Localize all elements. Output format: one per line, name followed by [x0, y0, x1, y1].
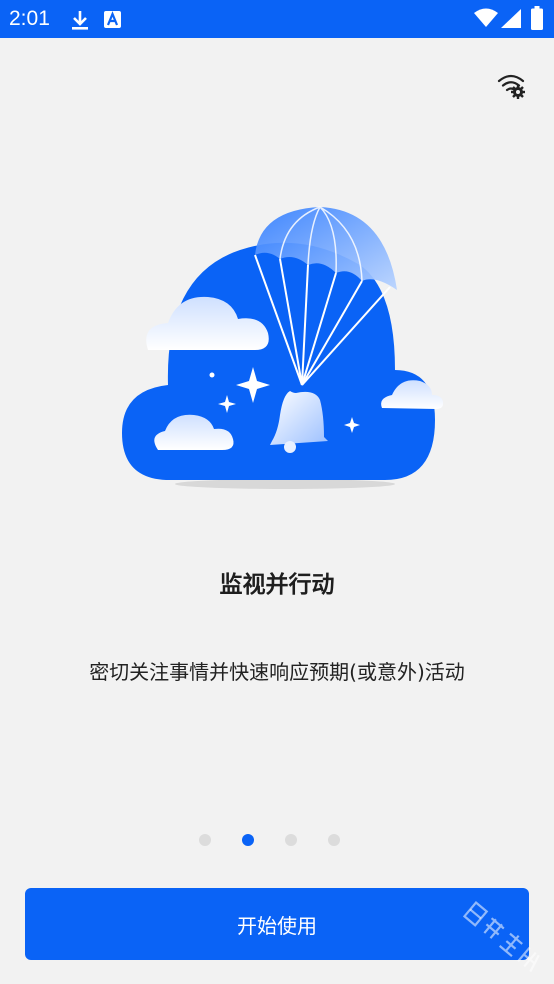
page-dot[interactable]: [328, 834, 340, 846]
page-dot[interactable]: [199, 834, 211, 846]
battery-icon: [531, 6, 543, 30]
page-dot[interactable]: [285, 834, 297, 846]
onboarding-description: 密切关注事情并快速响应预期(或意外)活动: [89, 660, 465, 684]
wifi-settings-icon[interactable]: [496, 70, 528, 102]
status-bar: 2:01: [0, 0, 554, 38]
page-indicator: [0, 833, 554, 849]
download-icon: [72, 11, 88, 30]
page-dot-active[interactable]: [242, 834, 254, 846]
onboarding-title: 监视并行动: [219, 572, 335, 598]
watermark-logo: [462, 900, 540, 973]
cloud-parachute-bell-icon: [122, 206, 444, 489]
keyboard-a-icon: [104, 11, 121, 28]
wifi-icon: [474, 8, 498, 27]
signal-icon: [501, 9, 521, 28]
status-time: 2:01: [9, 7, 50, 30]
